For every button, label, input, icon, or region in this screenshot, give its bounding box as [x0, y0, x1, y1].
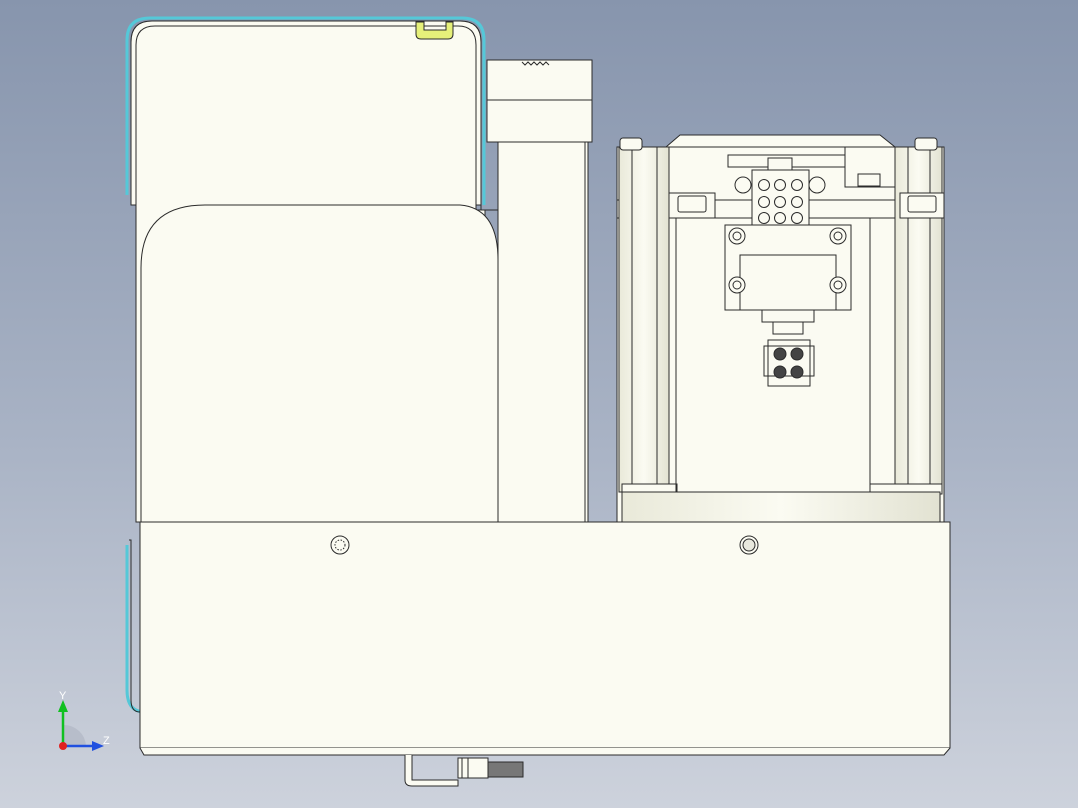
triad-z-label: Z [103, 735, 110, 747]
base-front [139, 521, 951, 749]
housing-side-strip [129, 539, 141, 713]
left-pillar [618, 146, 670, 493]
triad-y-label: Y [59, 690, 67, 702]
coordinate-triad-icon: Y Z [58, 690, 110, 751]
connector-2x2[interactable] [763, 339, 815, 387]
base-bottom-lip [139, 747, 951, 756]
front-panel [140, 204, 499, 523]
vertical-tube[interactable] [486, 59, 593, 523]
tube-cap [486, 59, 593, 143]
tube-body [497, 141, 589, 523]
x-axis [59, 742, 67, 750]
bottom-plug[interactable] [404, 755, 524, 787]
base-box[interactable] [139, 521, 951, 756]
cad-viewport[interactable]: Y Z [0, 0, 1078, 808]
connector-3x2[interactable] [751, 169, 810, 233]
right-mechanism[interactable] [616, 134, 945, 523]
base-screw-right[interactable] [739, 535, 759, 555]
mechanism-top-plate [664, 134, 897, 148]
base-screw-left[interactable] [330, 535, 350, 555]
